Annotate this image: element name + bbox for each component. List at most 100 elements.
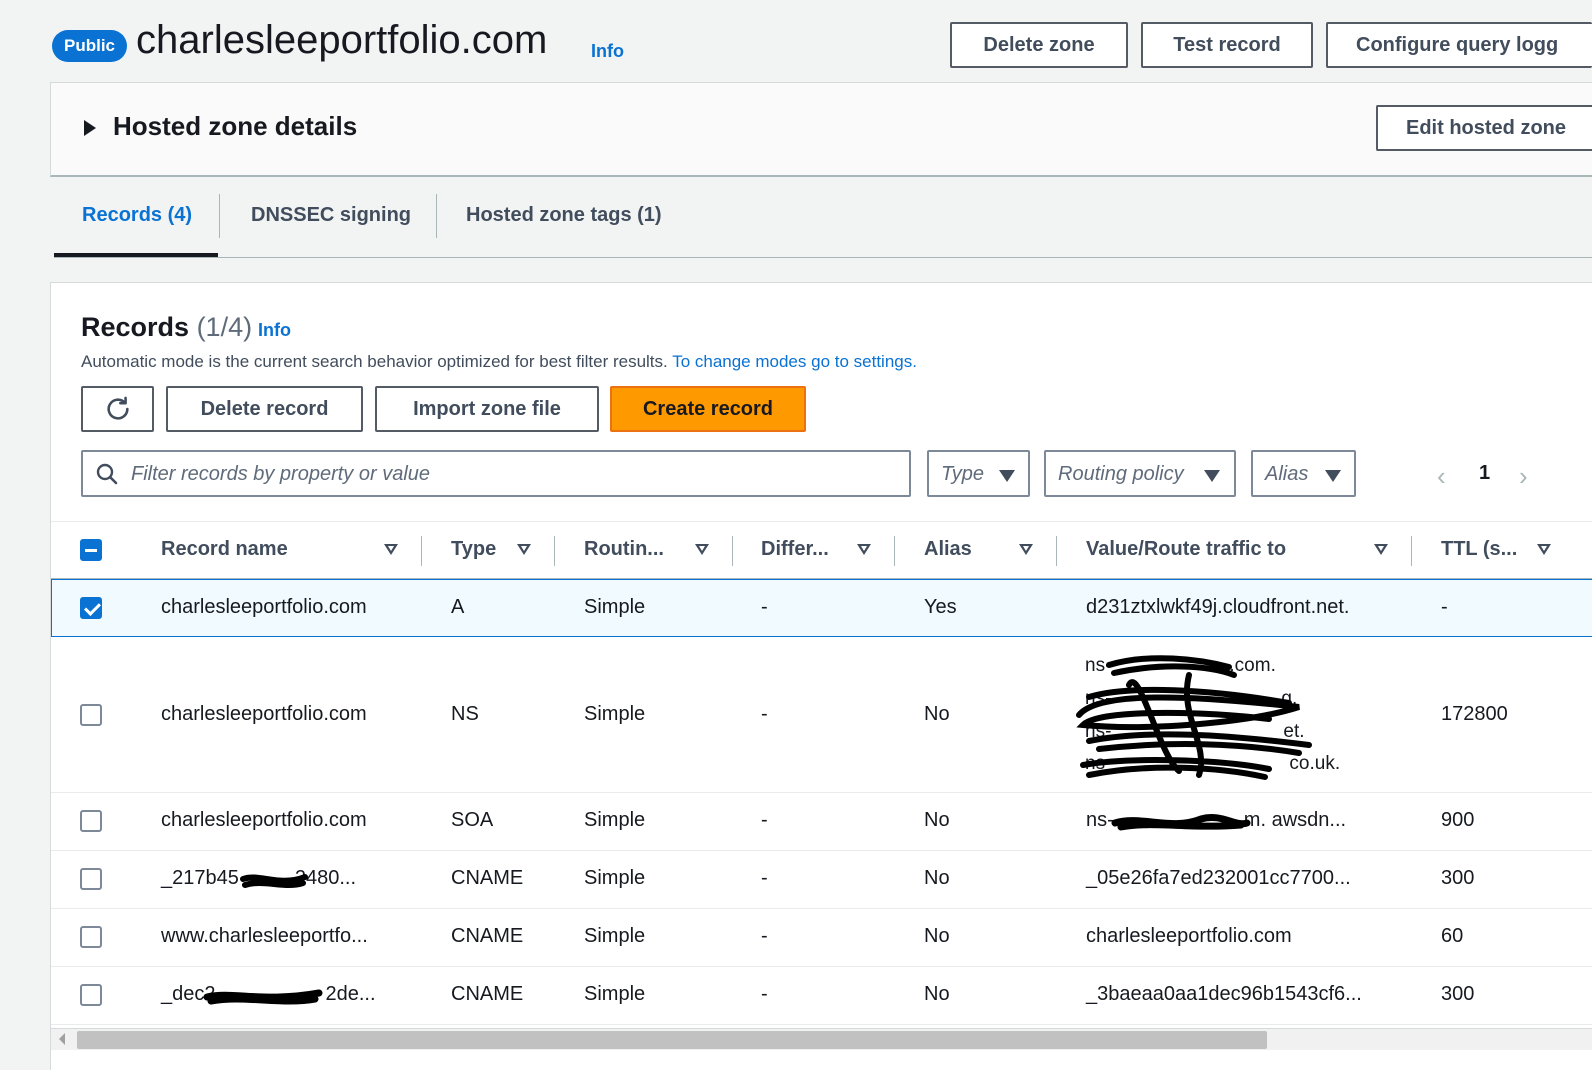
sort-icon[interactable]: [517, 544, 531, 555]
tab-records[interactable]: Records (4): [82, 204, 192, 227]
test-record-button[interactable]: Test record: [1141, 22, 1313, 68]
tab-divider: [436, 194, 437, 238]
refresh-button[interactable]: [81, 386, 154, 432]
alias-cell: No: [924, 925, 950, 947]
sort-icon[interactable]: [384, 544, 398, 555]
record-name-cell: charlesleeportfolio.com: [161, 703, 367, 725]
differ-cell: -: [761, 809, 768, 831]
tab-divider: [219, 194, 220, 238]
sort-icon[interactable]: [1374, 544, 1388, 555]
column-divider[interactable]: [1056, 536, 1057, 566]
differ-cell: -: [761, 867, 768, 889]
routing-policy-filter-select[interactable]: Routing policy: [1044, 450, 1236, 497]
table-row[interactable]: _dec2 2de... CNAME Simple - No _3baeaa0aa…: [51, 967, 1592, 1025]
previous-page-button[interactable]: ‹: [1437, 461, 1446, 492]
column-divider[interactable]: [1411, 536, 1412, 566]
type-filter-select[interactable]: Type: [927, 450, 1030, 497]
redaction-scribble: [1076, 655, 1312, 780]
records-panel: Records (1/4) Info Automatic mode is the…: [50, 282, 1592, 1070]
column-routing[interactable]: Routin...: [584, 538, 664, 561]
value-prefix: ns-: [1086, 809, 1114, 831]
header-info-link[interactable]: Info: [591, 41, 624, 62]
record-type-cell: NS: [451, 703, 479, 725]
column-divider[interactable]: [894, 536, 895, 566]
chevron-down-icon: [999, 470, 1015, 482]
records-count: (1/4): [196, 312, 253, 342]
differ-cell: -: [761, 925, 768, 947]
redaction-scribble: [240, 874, 308, 888]
alias-filter-select[interactable]: Alias: [1251, 450, 1356, 497]
edit-hosted-zone-button[interactable]: Edit hosted zone: [1376, 105, 1592, 151]
configure-query-logging-button[interactable]: Configure query logg: [1326, 22, 1592, 68]
refresh-icon: [106, 396, 129, 420]
tab-dnssec-signing[interactable]: DNSSEC signing: [251, 204, 411, 227]
row-checkbox[interactable]: [80, 597, 102, 619]
records-title-text: Records: [81, 312, 190, 342]
record-type-cell: SOA: [451, 809, 494, 831]
next-page-button[interactable]: ›: [1519, 461, 1528, 492]
value-cell: charlesleeportfolio.com: [1086, 925, 1292, 947]
sort-icon[interactable]: [695, 544, 709, 555]
column-alias[interactable]: Alias: [924, 538, 972, 561]
records-title: Records (1/4): [81, 312, 252, 343]
caret-right-icon[interactable]: [84, 120, 96, 136]
search-input[interactable]: Filter records by property or value: [81, 450, 911, 497]
table-row[interactable]: _217b45 2480... CNAME Simple - No _05e26f…: [51, 851, 1592, 909]
table-row[interactable]: charlesleeportfolio.com SOA Simple - No …: [51, 793, 1592, 851]
table-row[interactable]: charlesleeportfolio.com NS Simple - No n…: [51, 637, 1592, 793]
column-type[interactable]: Type: [451, 538, 496, 561]
delete-record-button[interactable]: Delete record: [166, 386, 363, 432]
horizontal-scrollbar[interactable]: [51, 1028, 1592, 1050]
row-checkbox[interactable]: [80, 868, 102, 890]
import-zone-file-button[interactable]: Import zone file: [375, 386, 599, 432]
tab-hosted-zone-tags[interactable]: Hosted zone tags (1): [466, 204, 662, 227]
row-checkbox[interactable]: [80, 984, 102, 1006]
alias-cell: No: [924, 703, 950, 725]
column-record-name[interactable]: Record name: [161, 538, 288, 561]
records-info-link[interactable]: Info: [258, 320, 291, 341]
ttl-cell: -: [1441, 596, 1448, 618]
row-checkbox[interactable]: [80, 810, 102, 832]
record-name-cell: charlesleeportfolio.com: [161, 596, 367, 618]
search-placeholder: Filter records by property or value: [131, 463, 431, 485]
column-divider[interactable]: [554, 536, 555, 566]
record-type-cell: A: [451, 596, 465, 618]
alias-cell: Yes: [924, 596, 957, 618]
settings-link[interactable]: To change modes go to settings.: [672, 352, 917, 371]
redaction-scribble: [203, 989, 323, 1005]
page-header: Public charlesleeportfolio.com Info Dele…: [0, 0, 1592, 82]
redaction-scribble: [1111, 814, 1251, 831]
sort-icon[interactable]: [1537, 544, 1551, 555]
table-header: Record name Type Routin... Differ... Ali…: [51, 521, 1592, 579]
current-page-number[interactable]: 1: [1479, 462, 1490, 485]
search-mode-description: Automatic mode is the current search beh…: [81, 352, 917, 372]
select-all-checkbox[interactable]: [80, 539, 102, 561]
row-checkbox[interactable]: [80, 704, 102, 726]
sort-icon[interactable]: [1019, 544, 1033, 555]
delete-zone-button[interactable]: Delete zone: [950, 22, 1128, 68]
routing-cell: Simple: [584, 703, 646, 725]
column-ttl[interactable]: TTL (s...: [1441, 538, 1517, 561]
record-type-cell: CNAME: [451, 983, 524, 1005]
ttl-cell: 300: [1441, 983, 1475, 1005]
column-differ[interactable]: Differ...: [761, 538, 829, 561]
search-icon: [96, 463, 118, 485]
table-row[interactable]: charlesleeportfolio.com A Simple - Yes d…: [51, 579, 1592, 637]
row-checkbox[interactable]: [80, 926, 102, 948]
hosted-zone-details-title[interactable]: Hosted zone details: [113, 111, 357, 142]
value-suffix: m. awsdn...: [1243, 809, 1347, 831]
value-cell: _05e26fa7ed232001cc7700...: [1086, 867, 1351, 889]
alias-cell: No: [924, 867, 950, 889]
column-divider[interactable]: [732, 536, 733, 566]
column-divider[interactable]: [421, 536, 422, 566]
create-record-button[interactable]: Create record: [610, 386, 806, 432]
scroll-left-arrow-icon[interactable]: [59, 1033, 65, 1045]
column-value[interactable]: Value/Route traffic to: [1086, 538, 1286, 561]
scrollbar-thumb[interactable]: [77, 1031, 1267, 1049]
routing-cell: Simple: [584, 983, 646, 1005]
hosted-zone-details-panel: Hosted zone details Edit hosted zone: [50, 82, 1592, 177]
sort-icon[interactable]: [857, 544, 871, 555]
record-type-cell: CNAME: [451, 925, 524, 947]
description-text: Automatic mode is the current search beh…: [81, 352, 668, 371]
table-row[interactable]: www.charlesleeportfo... CNAME Simple - N…: [51, 909, 1592, 967]
